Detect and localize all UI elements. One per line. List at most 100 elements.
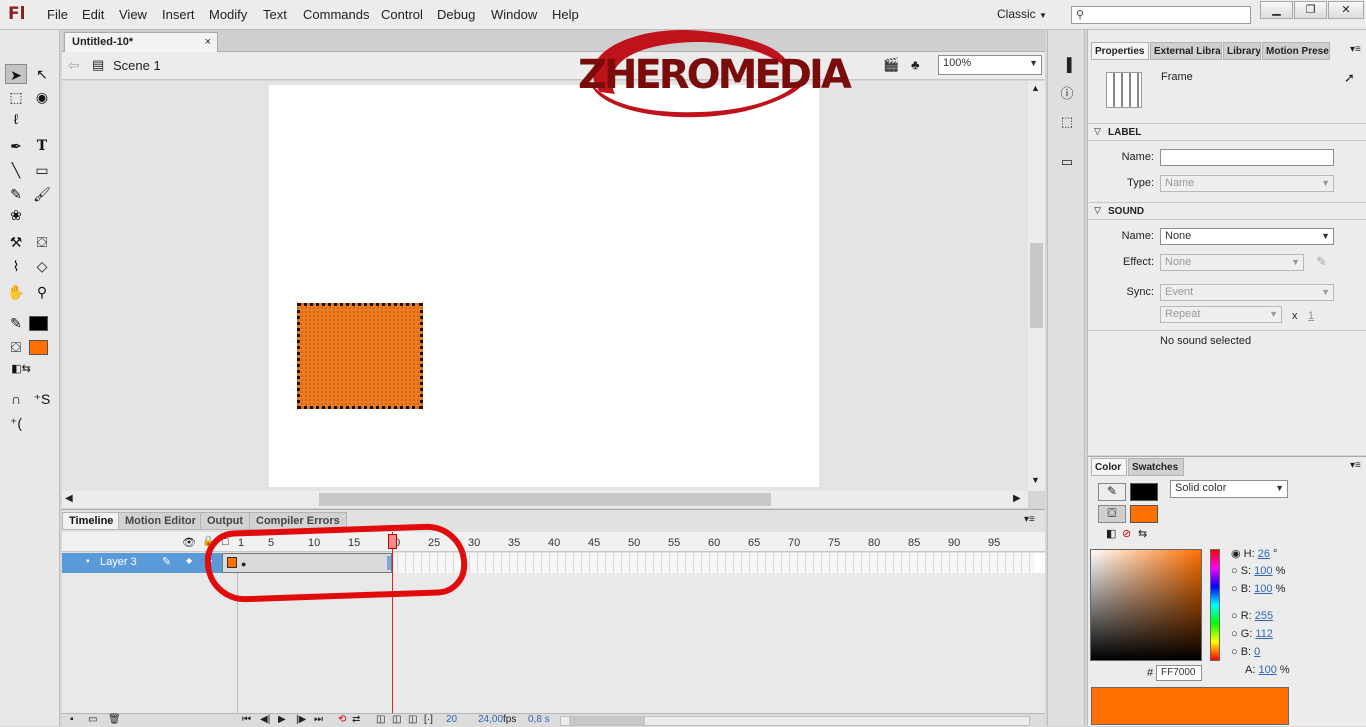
tab-timeline[interactable]: Timeline xyxy=(62,512,121,530)
last-frame-icon[interactable]: ⏭ xyxy=(314,714,323,725)
alpha-value[interactable]: 100 xyxy=(1258,664,1276,676)
close-tab-icon[interactable]: × xyxy=(205,36,211,48)
panel-menu-icon[interactable]: ▾≡ xyxy=(1350,460,1361,471)
tab-swatches[interactable]: Swatches xyxy=(1128,458,1184,476)
zoom-select[interactable]: 100% ▼ xyxy=(938,55,1042,75)
vertical-scroll-thumb[interactable] xyxy=(1030,243,1043,328)
smooth-icon[interactable]: ⁺S xyxy=(31,389,53,409)
subselect-tool-icon[interactable]: ↖ xyxy=(31,64,53,84)
eye-icon[interactable]: 👁 xyxy=(182,536,196,549)
menu-debug[interactable]: Debug xyxy=(437,7,475,22)
back-arrow-icon[interactable]: ⇦ xyxy=(68,57,80,74)
green-row[interactable]: ○ G: 112 xyxy=(1231,628,1273,640)
arrow-tool-icon[interactable]: ➤ xyxy=(5,64,27,84)
align-panel-icon[interactable]: ▐ xyxy=(1058,56,1076,74)
stage-vertical-scrollbar[interactable]: ▲ ▼ xyxy=(1028,81,1045,491)
transform-panel-icon[interactable]: ⬚ xyxy=(1058,113,1076,131)
menu-insert[interactable]: Insert xyxy=(162,7,195,22)
pen-tool-icon[interactable]: ✒ xyxy=(5,136,27,156)
zoom-tool-icon[interactable]: ⚲ xyxy=(31,282,53,302)
workspace-switcher[interactable]: Classic ▼ xyxy=(997,7,1047,21)
rectangle-tool-icon[interactable]: ▭ xyxy=(31,160,53,180)
frame-rate[interactable]: 24,00 xyxy=(478,714,503,725)
info-panel-icon[interactable]: ⓘ xyxy=(1058,85,1076,103)
hex-input[interactable]: FF7000 xyxy=(1156,665,1202,681)
play-icon[interactable]: ▶ xyxy=(278,714,286,725)
tab-external-library[interactable]: External Libra xyxy=(1150,42,1222,60)
stroke-pencil-icon[interactable]: ✎ xyxy=(1098,483,1126,501)
menu-commands[interactable]: Commands xyxy=(303,7,369,22)
layer-name-cell[interactable]: ▪ Layer 3 ✎ ◆ ◆ xyxy=(62,553,222,573)
new-folder-icon[interactable]: ▭ xyxy=(88,714,97,725)
tab-properties[interactable]: Properties xyxy=(1091,42,1149,60)
tab-motion-editor[interactable]: Motion Editor xyxy=(118,512,203,530)
deco-tool-icon[interactable]: ❀ xyxy=(5,205,27,225)
current-frame[interactable]: 20 xyxy=(446,714,457,725)
stroke-color-swatch[interactable] xyxy=(29,316,48,331)
first-frame-icon[interactable]: ⏮ xyxy=(242,714,251,725)
help-search-input[interactable]: ⚲ xyxy=(1071,6,1251,24)
alpha-row[interactable]: A: 100 % xyxy=(1245,664,1290,676)
onion-outline-icon[interactable]: ◫ xyxy=(392,714,401,725)
eyedropper-tool-icon[interactable]: ⌇ xyxy=(5,256,27,276)
hue-row[interactable]: ◉ H: 26 ° xyxy=(1231,547,1277,560)
blue-value[interactable]: 0 xyxy=(1254,646,1260,658)
hand-tool-icon[interactable]: ✋ xyxy=(5,282,27,302)
document-tab[interactable]: Untitled-10* × xyxy=(64,32,218,52)
prev-frame-icon[interactable]: ◀| xyxy=(260,714,270,725)
orange-rectangle-shape[interactable] xyxy=(297,303,423,409)
sync-select[interactable]: Event ▼ xyxy=(1160,284,1334,301)
red-row[interactable]: ○ R: 255 xyxy=(1231,610,1273,622)
edit-multiple-icon[interactable]: ◫ xyxy=(408,714,417,725)
panel-menu-icon[interactable]: ▾≡ xyxy=(1350,44,1361,55)
minimize-button[interactable]: ▁ xyxy=(1260,1,1293,19)
3d-rotation-tool-icon[interactable]: ◉ xyxy=(31,87,53,107)
saturation-row[interactable]: ○ S: 100 % xyxy=(1231,565,1285,577)
fill-color-chip[interactable] xyxy=(1130,505,1158,523)
effect-select[interactable]: None ▼ xyxy=(1160,254,1304,271)
collapse-icon[interactable]: ▽ xyxy=(1094,126,1101,137)
sound-section-header[interactable]: SOUND xyxy=(1088,202,1366,220)
edit-scene-icon[interactable]: 🎬 xyxy=(883,57,899,73)
scroll-right-icon[interactable]: ▶ xyxy=(1013,493,1021,504)
menu-control[interactable]: Control xyxy=(381,7,423,22)
tab-color[interactable]: Color xyxy=(1091,458,1127,476)
tab-library[interactable]: Library xyxy=(1223,42,1261,60)
fill-color-swatch[interactable] xyxy=(29,340,48,355)
edit-symbols-icon[interactable]: ♣ xyxy=(911,57,920,72)
tab-output[interactable]: Output xyxy=(200,512,251,530)
menu-edit[interactable]: Edit xyxy=(82,7,104,22)
delete-layer-icon[interactable]: 🗑 xyxy=(108,714,121,725)
stage[interactable] xyxy=(269,85,819,487)
loop-icon[interactable]: ⟲ xyxy=(338,714,346,725)
panel-menu-icon[interactable]: ▾≡ xyxy=(1024,514,1035,525)
blue-row[interactable]: ○ B: 0 xyxy=(1231,646,1260,658)
menu-text[interactable]: Text xyxy=(263,7,287,22)
paint-bucket-tool-icon[interactable]: ⛋ xyxy=(31,232,53,252)
swap-colors-icon[interactable]: ◧⇆ xyxy=(10,359,32,379)
bone-tool-icon[interactable]: ⚒ xyxy=(5,232,27,252)
snap-icon[interactable]: ∩ xyxy=(5,389,27,409)
menu-window[interactable]: Window xyxy=(491,7,537,22)
close-window-button[interactable]: ✕ xyxy=(1328,1,1364,19)
restore-button[interactable]: ❐ xyxy=(1294,1,1327,19)
tab-motion-presets[interactable]: Motion Prese xyxy=(1262,42,1330,60)
eraser-tool-icon[interactable]: ◇ xyxy=(31,256,53,276)
sound-name-select[interactable]: None ▼ xyxy=(1160,228,1334,245)
frame-name-input[interactable] xyxy=(1160,149,1334,166)
hue-value[interactable]: 26 xyxy=(1258,548,1270,560)
no-color-icon[interactable]: ⊘ xyxy=(1122,527,1131,540)
brush-tool-icon[interactable]: 🖌 xyxy=(31,184,53,204)
timeline-scroll-thumb[interactable] xyxy=(569,717,645,725)
menu-help[interactable]: Help xyxy=(552,7,579,22)
line-tool-icon[interactable]: ╲ xyxy=(5,160,27,180)
default-colors-icon[interactable]: ◧ xyxy=(1106,527,1116,540)
repeat-select[interactable]: Repeat ▼ xyxy=(1160,306,1282,323)
hue-slider[interactable] xyxy=(1210,549,1220,661)
scroll-up-icon[interactable]: ▲ xyxy=(1031,83,1040,93)
timeline-horizontal-scrollbar[interactable] xyxy=(560,716,1030,726)
new-layer-icon[interactable]: ▪ xyxy=(70,714,74,725)
brightness-value[interactable]: 100 xyxy=(1254,583,1272,595)
lasso-tool-icon[interactable]: ℓ xyxy=(5,109,27,129)
free-transform-tool-icon[interactable]: ⬚ xyxy=(5,87,27,107)
